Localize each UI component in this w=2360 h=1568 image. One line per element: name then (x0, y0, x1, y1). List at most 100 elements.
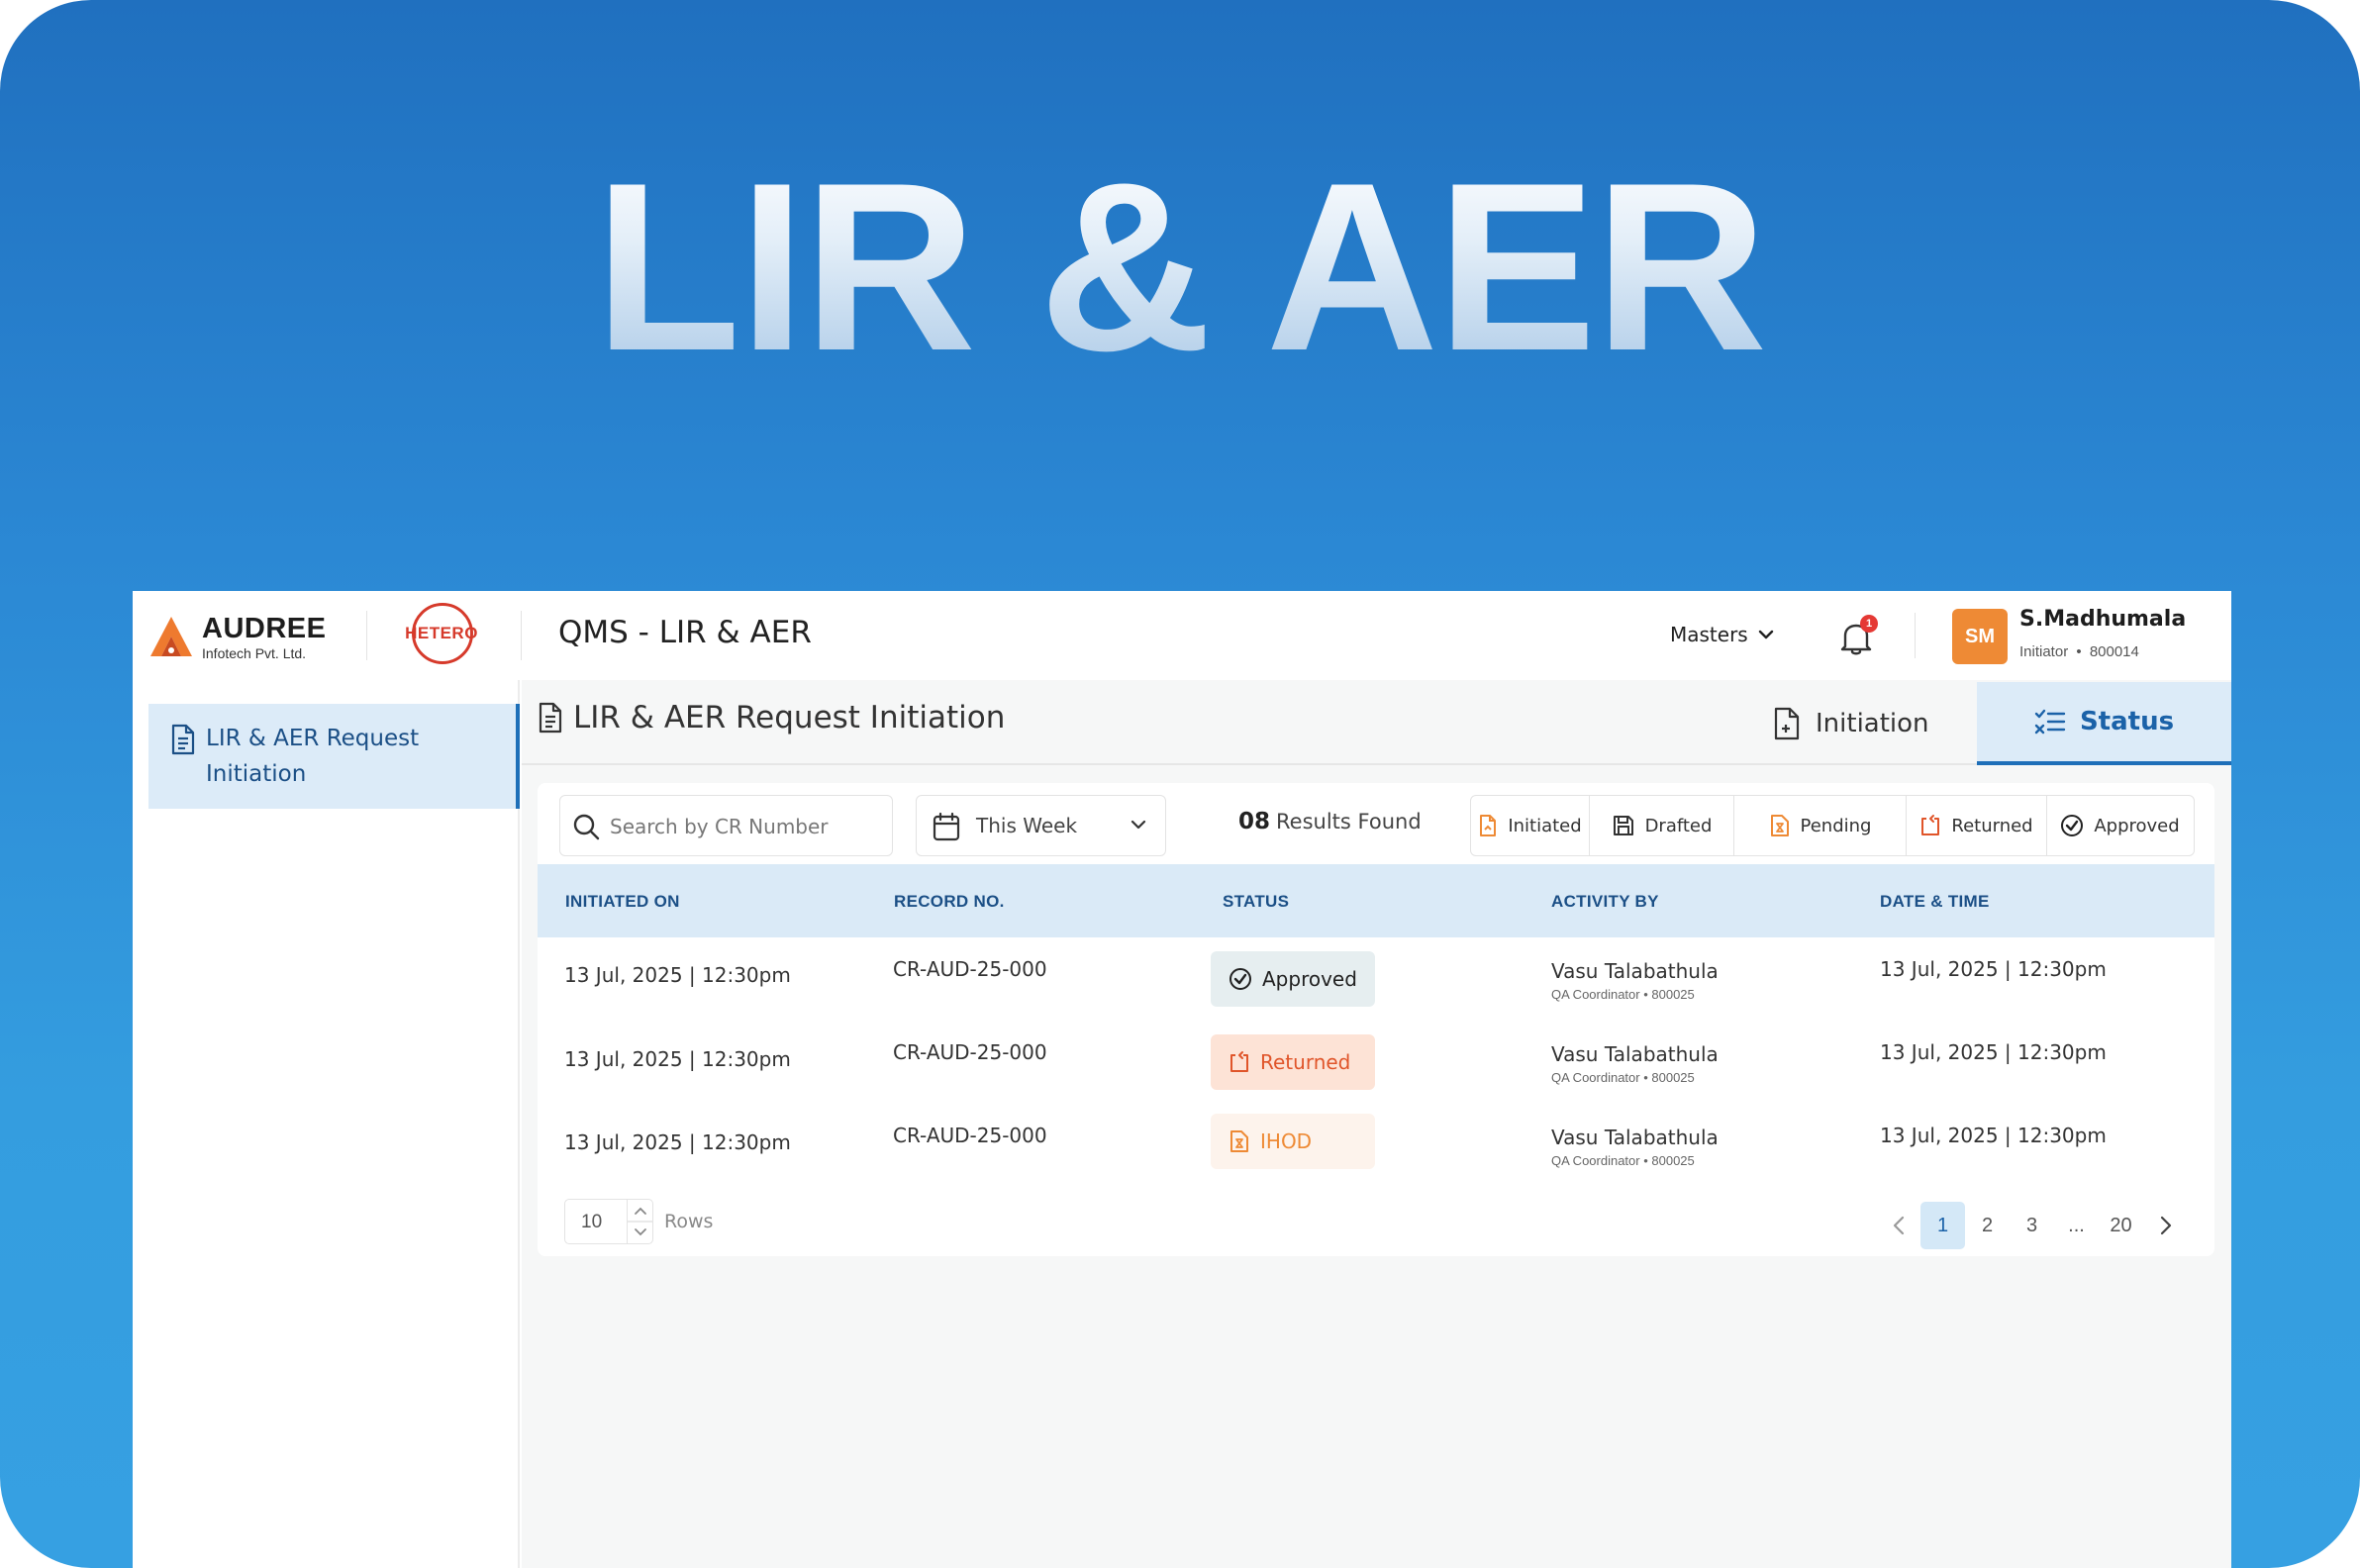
masters-menu[interactable]: Masters (1670, 623, 1774, 646)
table-row[interactable]: 13 Jul, 2025 | 12:30pm CR-AUD-25-000 App… (538, 937, 2214, 1021)
pagination: 1 2 3 ... 20 (1876, 1201, 2188, 1250)
results-found: 08 Results Found (1238, 809, 1422, 834)
prev-page-button[interactable] (1876, 1202, 1920, 1249)
table-row[interactable]: 13 Jul, 2025 | 12:30pm CR-AUD-25-000 IHO… (538, 1104, 2214, 1187)
page-button[interactable]: 1 (1920, 1202, 1965, 1249)
main-content: LIR & AER Request Initiation Initiation (522, 680, 2231, 1568)
notification-button[interactable]: 1 (1839, 615, 1879, 656)
filter-label: Returned (1951, 815, 2033, 836)
divider (366, 611, 367, 660)
filter-drafted[interactable]: Drafted (1590, 796, 1734, 855)
activity-role: QA Coordinator • 800025 (1551, 1070, 1695, 1085)
column-header: INITIATED ON (565, 892, 680, 911)
search-field[interactable] (559, 795, 893, 856)
search-input[interactable] (610, 810, 877, 843)
stepper-arrows[interactable] (627, 1200, 653, 1243)
chevron-right-icon (2160, 1216, 2171, 1235)
document-icon (171, 724, 195, 755)
page-header: LIR & AER Request Initiation Initiation (522, 680, 2231, 765)
tab-initiation[interactable]: Initiation (1772, 682, 1940, 765)
company-name: AUDREE (202, 613, 327, 644)
column-header: ACTIVITY BY (1551, 892, 1659, 911)
sidebar-item-request-initiation[interactable]: LIR & AER Request Initiation (148, 704, 520, 809)
app-window: AUDREE Infotech Pvt. Ltd. HETERO QMS - L… (133, 591, 2231, 1568)
results-count: 08 (1238, 809, 1271, 834)
file-plus-icon (1774, 707, 1800, 740)
period-select[interactable]: This Week (916, 795, 1166, 856)
return-icon (1230, 1051, 1248, 1072)
page-title: LIR & AER Request Initiation (538, 700, 1005, 735)
status-badge: Returned (1211, 1034, 1375, 1090)
document-icon (539, 702, 562, 734)
audree-logo[interactable]: AUDREE Infotech Pvt. Ltd. (148, 613, 337, 662)
page-ellipsis: ... (2068, 1214, 2085, 1236)
table-row[interactable]: 13 Jul, 2025 | 12:30pm CR-AUD-25-000 Ret… (538, 1021, 2214, 1104)
page-button[interactable]: 20 (2099, 1202, 2143, 1249)
sidebar-item-label: LIR & AER Request Initiation (206, 726, 420, 787)
activity-role: QA Coordinator • 800025 (1551, 987, 1695, 1002)
tab-label: Initiation (1816, 709, 1929, 738)
hetero-logo[interactable]: HETERO (400, 603, 483, 668)
user-name: S.Madhumala (2019, 607, 2187, 632)
activity-name: Vasu Talabathula (1551, 1042, 1719, 1066)
activity-name: Vasu Talabathula (1551, 1126, 1719, 1149)
page-button[interactable]: 2 (1965, 1202, 2010, 1249)
rows-label: Rows (664, 1211, 714, 1232)
page-button[interactable]: 3 (2010, 1202, 2054, 1249)
tab-label: Status (2079, 707, 2175, 736)
rows-per-page-stepper[interactable]: 10 (564, 1199, 653, 1244)
filter-label: Approved (2094, 815, 2180, 836)
record-no[interactable]: CR-AUD-25-000 (893, 957, 1047, 981)
sidebar: LIR & AER Request Initiation (133, 680, 520, 1568)
filter-returned[interactable]: Returned (1907, 796, 2047, 855)
period-value: This Week (976, 814, 1078, 837)
filter-approved[interactable]: Approved (2047, 796, 2193, 855)
chevron-down-icon (1758, 630, 1773, 639)
date-time: 13 Jul, 2025 | 12:30pm (1880, 1124, 2107, 1147)
app-title: QMS - LIR & AER (558, 615, 812, 650)
record-no[interactable]: CR-AUD-25-000 (893, 1124, 1047, 1147)
user-role: Initiator • 800014 (2019, 643, 2139, 660)
audree-a-icon (150, 617, 192, 656)
filter-pending[interactable]: Pending (1734, 796, 1907, 855)
file-initiated-icon (1480, 815, 1497, 836)
check-circle-icon (1229, 968, 1251, 990)
background-frame: LIR & AER AUDREE Infotech Pvt. Ltd. HETE… (0, 0, 2360, 1568)
next-page-button[interactable] (2143, 1202, 2188, 1249)
initiated-on: 13 Jul, 2025 | 12:30pm (564, 1130, 791, 1154)
filter-label: Pending (1800, 815, 1872, 836)
tab-status[interactable]: Status (1977, 682, 2231, 765)
hourglass-icon (1230, 1130, 1248, 1152)
notification-badge: 1 (1860, 615, 1878, 633)
calendar-icon (933, 812, 960, 841)
rows-value: 10 (581, 1212, 603, 1232)
avatar[interactable]: SM (1952, 609, 2008, 664)
save-icon (1613, 816, 1633, 835)
activity-name: Vasu Talabathula (1551, 959, 1719, 983)
chevron-down-icon (1131, 820, 1146, 830)
up-down-arrows-icon (628, 1207, 653, 1236)
record-no[interactable]: CR-AUD-25-000 (893, 1040, 1047, 1064)
status-label: Approved (1262, 967, 1357, 991)
status-card: This Week 08Results Found (538, 783, 2214, 1256)
date-time: 13 Jul, 2025 | 12:30pm (1880, 1040, 2107, 1064)
column-header: DATE & TIME (1880, 892, 1990, 911)
status-label: Returned (1260, 1050, 1351, 1074)
status-label: IHOD (1260, 1129, 1313, 1153)
results-label: Results Found (1276, 810, 1422, 833)
filter-initiated[interactable]: Initiated (1471, 796, 1590, 855)
status-filters: Initiated Drafted Pending Returned Appro… (1470, 795, 2195, 856)
filter-label: Drafted (1644, 815, 1713, 836)
initiated-on: 13 Jul, 2025 | 12:30pm (564, 1047, 791, 1071)
search-icon (573, 814, 600, 840)
column-header: RECORD NO. (894, 892, 1005, 911)
activity-role: QA Coordinator • 800025 (1551, 1153, 1695, 1168)
initiated-on: 13 Jul, 2025 | 12:30pm (564, 963, 791, 987)
status-badge: Approved (1211, 951, 1375, 1007)
masters-label: Masters (1670, 623, 1748, 646)
top-bar: AUDREE Infotech Pvt. Ltd. HETERO QMS - L… (133, 591, 2231, 680)
chevron-left-icon (1893, 1216, 1904, 1235)
hourglass-icon (1770, 815, 1789, 836)
table-header: INITIATED ON RECORD NO. STATUS ACTIVITY … (538, 864, 2214, 937)
page-title-text: LIR & AER Request Initiation (573, 700, 1006, 735)
